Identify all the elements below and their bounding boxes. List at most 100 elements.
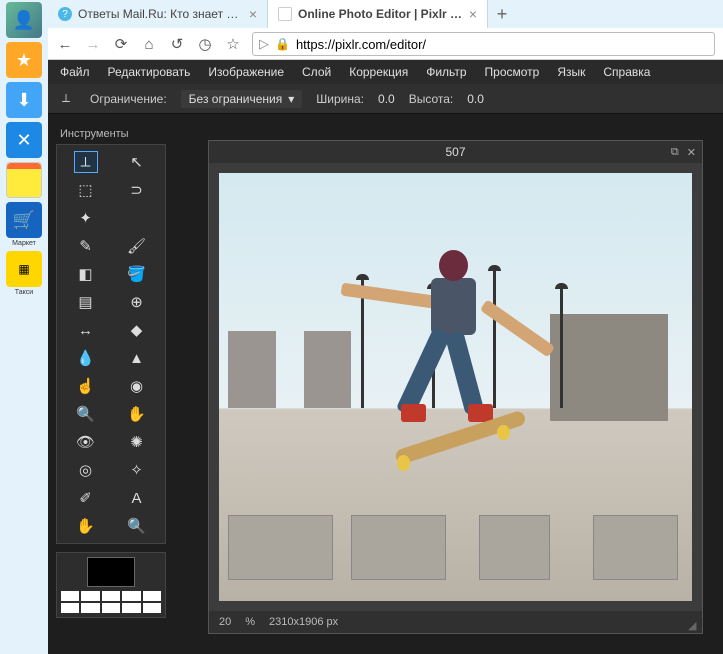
- browser-tab[interactable]: ? Ответы Mail.Ru: Кто знает таку... ×: [48, 0, 268, 28]
- market-icon[interactable]: 🛒: [6, 202, 42, 238]
- wand-tool[interactable]: ✦: [74, 207, 98, 229]
- notes-icon[interactable]: [6, 162, 42, 198]
- taxi-icon[interactable]: ▦: [6, 251, 42, 287]
- favorites-icon[interactable]: ★: [6, 42, 42, 78]
- swatch[interactable]: [143, 603, 161, 613]
- downloads-icon[interactable]: ⬇: [6, 82, 42, 118]
- swatch[interactable]: [61, 591, 79, 601]
- dodge-tool[interactable]: 🔍: [74, 403, 98, 425]
- swatch[interactable]: [81, 603, 99, 613]
- swatch[interactable]: [61, 603, 79, 613]
- paint-bucket-tool[interactable]: 🪣: [125, 263, 149, 285]
- crop-tool[interactable]: ⟂: [74, 151, 98, 173]
- lasso-tool[interactable]: ⊃: [125, 179, 149, 201]
- crop-icon: ⟂: [56, 89, 76, 109]
- move-tool[interactable]: ↖: [125, 151, 149, 173]
- shield-icon: ▷: [259, 36, 269, 52]
- tool-panel: Инструменты ⟂ ↖ ⬚ ⊃ ✦ ✎ 🖌 ◧ 🪣 ▤ ⊕ ↔ ◆ 💧 …: [56, 128, 166, 618]
- bookmark-star-icon[interactable]: ☆: [224, 35, 242, 53]
- url-text: https://pixlr.com/editor/: [296, 37, 426, 52]
- menu-file[interactable]: Файл: [60, 65, 90, 79]
- type-tool[interactable]: A: [125, 487, 149, 509]
- favicon-icon: [278, 7, 292, 21]
- brush-tool[interactable]: 🖌: [125, 235, 149, 257]
- swatch[interactable]: [122, 591, 140, 601]
- reload-button[interactable]: ⟳: [112, 35, 130, 53]
- menu-image[interactable]: Изображение: [208, 65, 284, 79]
- sponge-tool[interactable]: ◉: [125, 375, 149, 397]
- menu-layer[interactable]: Слой: [302, 65, 331, 79]
- url-bar[interactable]: ▷ 🔒 https://pixlr.com/editor/: [252, 32, 715, 56]
- menu-view[interactable]: Просмотр: [485, 65, 540, 79]
- menu-help[interactable]: Справка: [603, 65, 650, 79]
- foreground-color[interactable]: [87, 557, 135, 587]
- burn-tool[interactable]: ✋: [125, 403, 149, 425]
- canvas-window: 507 ⧉ ✕ 20: [208, 140, 703, 634]
- eraser-tool[interactable]: ◧: [74, 263, 98, 285]
- clone-stamp-tool[interactable]: ⊕: [125, 291, 149, 313]
- pixlr-app: Файл Редактировать Изображение Слой Корр…: [48, 60, 723, 654]
- gradient-tool[interactable]: ▤: [74, 291, 98, 313]
- browser-tab[interactable]: Online Photo Editor | Pixlr Editor | ...…: [268, 0, 488, 28]
- menu-filter[interactable]: Фильтр: [426, 65, 466, 79]
- constraint-label: Ограничение:: [90, 92, 167, 106]
- width-value[interactable]: 0.0: [378, 92, 395, 106]
- tab-close-icon[interactable]: ×: [469, 6, 477, 22]
- resize-grip-icon[interactable]: ◢: [688, 619, 700, 631]
- pinch-tool[interactable]: ✧: [125, 459, 149, 481]
- canvas-title-text: 507: [445, 145, 465, 159]
- height-label: Высота:: [409, 92, 454, 106]
- canvas-image[interactable]: [219, 173, 692, 601]
- constraint-select[interactable]: Без ограничения ▾: [181, 90, 303, 108]
- marquee-tool[interactable]: ⬚: [74, 179, 98, 201]
- hand-tool[interactable]: ✋: [74, 515, 98, 537]
- swatch[interactable]: [122, 603, 140, 613]
- width-label: Ширина:: [316, 92, 364, 106]
- favicon-icon: ?: [58, 7, 72, 21]
- zoom-tool[interactable]: 🔍: [125, 515, 149, 537]
- history-button[interactable]: ↺: [168, 35, 186, 53]
- zoom-value[interactable]: 20: [219, 616, 231, 628]
- swatch[interactable]: [143, 591, 161, 601]
- home-button[interactable]: ⌂: [140, 35, 158, 53]
- zoom-unit: %: [245, 616, 255, 628]
- swatch[interactable]: [81, 591, 99, 601]
- tab-title: Ответы Mail.Ru: Кто знает таку...: [78, 7, 243, 21]
- spot-heal-tool[interactable]: ✺: [125, 431, 149, 453]
- nav-bar: ← → ⟳ ⌂ ↺ ◷ ☆ ▷ 🔒 https://pixlr.com/edit…: [48, 28, 723, 60]
- tool-grid: ⟂ ↖ ⬚ ⊃ ✦ ✎ 🖌 ◧ 🪣 ▤ ⊕ ↔ ◆ 💧 ▲ ☝ ◉ 🔍 ✋ 👁 …: [56, 144, 166, 544]
- os-sidebar: 👤 ★ ⬇ ✕ 🛒 Маркет ▦ Такси: [0, 0, 48, 654]
- avatar-icon[interactable]: 👤: [6, 2, 42, 38]
- blur-tool[interactable]: 💧: [74, 347, 98, 369]
- tab-close-icon[interactable]: ×: [249, 6, 257, 22]
- new-tab-button[interactable]: +: [488, 0, 516, 28]
- bloat-tool[interactable]: ◎: [74, 459, 98, 481]
- swatch[interactable]: [102, 591, 120, 601]
- sharpen-tool[interactable]: ▲: [125, 347, 149, 369]
- window-restore-icon[interactable]: ⧉: [671, 146, 679, 159]
- tab-title: Online Photo Editor | Pixlr Editor | ...: [298, 7, 463, 21]
- window-close-icon[interactable]: ✕: [687, 146, 696, 159]
- canvas-viewport[interactable]: [209, 163, 702, 611]
- back-button[interactable]: ←: [56, 35, 74, 53]
- canvas-statusbar: 20 % 2310x1906 px ◢: [209, 611, 702, 633]
- browser-chrome: ? Ответы Mail.Ru: Кто знает таку... × On…: [48, 0, 723, 60]
- canvas-titlebar[interactable]: 507 ⧉ ✕: [209, 141, 702, 163]
- height-value[interactable]: 0.0: [467, 92, 484, 106]
- swatch[interactable]: [102, 603, 120, 613]
- lock-icon: 🔒: [275, 37, 290, 51]
- red-eye-tool[interactable]: 👁: [74, 431, 98, 453]
- menu-adjustment[interactable]: Коррекция: [349, 65, 408, 79]
- drawing-tool[interactable]: ◆: [125, 319, 149, 341]
- forward-button[interactable]: →: [84, 35, 102, 53]
- smudge-tool[interactable]: ☝: [74, 375, 98, 397]
- menu-language[interactable]: Язык: [557, 65, 585, 79]
- clock-icon[interactable]: ◷: [196, 35, 214, 53]
- menu-edit[interactable]: Редактировать: [108, 65, 191, 79]
- chevron-down-icon: ▾: [288, 92, 294, 106]
- menu-bar: Файл Редактировать Изображение Слой Корр…: [48, 60, 723, 84]
- colorpicker-tool[interactable]: ✐: [74, 487, 98, 509]
- tools-icon[interactable]: ✕: [6, 122, 42, 158]
- pencil-tool[interactable]: ✎: [74, 235, 98, 257]
- color-replace-tool[interactable]: ↔: [74, 319, 98, 341]
